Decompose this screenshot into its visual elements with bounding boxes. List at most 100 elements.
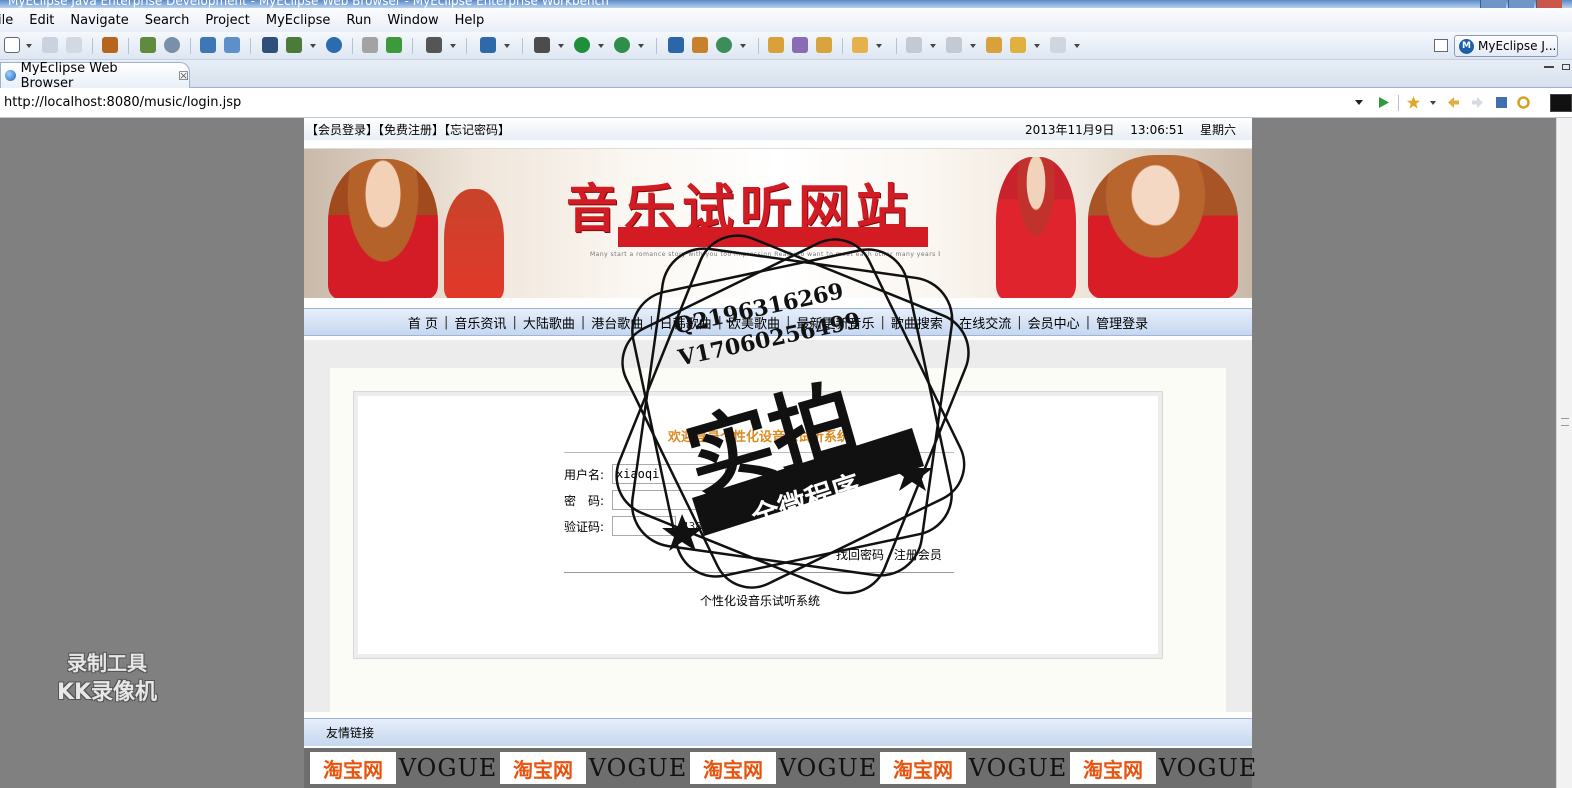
vogue-logo[interactable]: VOGUE xyxy=(589,752,687,784)
member-links[interactable]: 【会员登录】【免费注册】【忘记密码】 xyxy=(306,121,510,138)
open-perspective-icon[interactable] xyxy=(1434,39,1448,52)
new-dropdown-icon[interactable] xyxy=(26,44,32,48)
perspective-button[interactable]: M MyEclipse J... xyxy=(1454,35,1558,57)
url-dropdown-icon[interactable] xyxy=(1355,100,1363,105)
url-input[interactable] xyxy=(0,91,1368,113)
taobao-logo[interactable]: 淘宝网 xyxy=(310,752,396,784)
vogue-logo[interactable]: VOGUE xyxy=(1159,752,1257,784)
username-input[interactable] xyxy=(612,464,726,484)
prev-annotation-icon[interactable] xyxy=(946,37,962,53)
xml-icon[interactable] xyxy=(286,37,302,53)
run-icon[interactable] xyxy=(574,37,590,53)
favorites-icon[interactable] xyxy=(1406,95,1421,110)
nav-latest-music[interactable]: 最新更新音乐 xyxy=(790,313,880,332)
close-tab-icon[interactable]: ☒ xyxy=(178,69,189,83)
captcha-input[interactable] xyxy=(612,516,676,536)
menu-file[interactable]: ile xyxy=(0,13,21,28)
nav-jpkr-songs[interactable]: 日韩歌曲 xyxy=(654,313,718,332)
forward-dropdown-icon[interactable] xyxy=(1074,44,1080,48)
folder-dropdown-icon[interactable] xyxy=(876,44,882,48)
minimize-button[interactable] xyxy=(1480,0,1506,8)
maximize-button[interactable] xyxy=(1508,0,1534,8)
nav-hktw-songs[interactable]: 港台歌曲 xyxy=(585,313,649,332)
globe-icon[interactable] xyxy=(326,37,342,53)
next-annotation-icon[interactable] xyxy=(906,37,922,53)
menu-run[interactable]: Run xyxy=(338,13,379,28)
nav-online-chat[interactable]: 在线交流 xyxy=(953,313,1017,332)
taobao-logo[interactable]: 淘宝网 xyxy=(500,752,586,784)
new-web-dropdown-icon[interactable] xyxy=(504,44,510,48)
wizard-icon[interactable] xyxy=(200,37,216,53)
refresh-dropdown-icon[interactable] xyxy=(740,44,746,48)
browser-refresh-icon[interactable] xyxy=(1516,95,1531,110)
xml-dropdown-icon[interactable] xyxy=(310,44,316,48)
stop-icon[interactable] xyxy=(1494,95,1509,110)
run-dropdown-icon[interactable] xyxy=(598,44,604,48)
open-type-icon[interactable] xyxy=(768,37,784,53)
new-class-icon[interactable] xyxy=(668,37,684,53)
nav-western-songs[interactable]: 欧美歌曲 xyxy=(722,313,786,332)
menu-myeclipse[interactable]: MyEclipse xyxy=(258,13,339,28)
taobao-logo[interactable]: 淘宝网 xyxy=(690,752,776,784)
external-tools-dropdown-icon[interactable] xyxy=(638,44,644,48)
vogue-logo[interactable]: VOGUE xyxy=(779,752,877,784)
vertical-scrollbar[interactable] xyxy=(1556,118,1572,788)
menu-edit[interactable]: Edit xyxy=(21,13,62,28)
nav-mainland-songs[interactable]: 大陆歌曲 xyxy=(517,313,581,332)
next-annotation-dropdown-icon[interactable] xyxy=(930,44,936,48)
save-icon[interactable] xyxy=(42,37,58,53)
favorites-dropdown-icon[interactable] xyxy=(1430,101,1436,105)
nav-admin-login[interactable]: 管理登录 xyxy=(1090,313,1154,332)
add-icon[interactable] xyxy=(386,37,402,53)
back-icon[interactable] xyxy=(1010,37,1026,53)
folder-icon[interactable] xyxy=(852,37,868,53)
new-package-icon[interactable] xyxy=(692,37,708,53)
password-input[interactable] xyxy=(612,490,726,510)
scrollbar-grip[interactable] xyxy=(1561,418,1569,426)
register-link[interactable]: 注册会员 xyxy=(894,548,942,562)
camera-icon[interactable] xyxy=(426,37,442,53)
last-edit-icon[interactable] xyxy=(986,37,1002,53)
menu-project[interactable]: Project xyxy=(197,13,257,28)
tab-web-browser[interactable]: MyEclipse Web Browser ☒ xyxy=(0,61,190,91)
taobao-logo[interactable]: 淘宝网 xyxy=(880,752,966,784)
nav-song-search[interactable]: 歌曲搜索 xyxy=(885,313,949,332)
maximize-view-icon[interactable] xyxy=(1562,64,1570,70)
nav-home[interactable]: 首 页 xyxy=(402,313,444,332)
go-icon[interactable] xyxy=(1376,95,1391,110)
refresh-icon[interactable] xyxy=(716,37,732,53)
find-password-link[interactable]: 找回密码 xyxy=(836,548,884,562)
browser-forward-icon[interactable] xyxy=(1470,95,1485,110)
server-icon[interactable] xyxy=(164,37,180,53)
open-folder-icon[interactable] xyxy=(362,37,378,53)
menu-search[interactable]: Search xyxy=(137,13,198,28)
prev-annotation-dropdown-icon[interactable] xyxy=(970,44,976,48)
external-tools-icon[interactable] xyxy=(614,37,630,53)
vogue-logo[interactable]: VOGUE xyxy=(399,752,497,784)
forward-icon[interactable] xyxy=(1050,37,1066,53)
deploy-icon[interactable] xyxy=(140,37,156,53)
new-web-icon[interactable] xyxy=(480,37,496,53)
debug-dropdown-icon[interactable] xyxy=(558,44,564,48)
back-dropdown-icon[interactable] xyxy=(1034,44,1040,48)
vogue-logo[interactable]: VOGUE xyxy=(969,752,1067,784)
camera-dropdown-icon[interactable] xyxy=(450,44,456,48)
new-icon[interactable] xyxy=(4,37,20,53)
search-icon[interactable] xyxy=(816,37,832,53)
nav-member-center[interactable]: 会员中心 xyxy=(1022,313,1086,332)
browser-back-icon[interactable] xyxy=(1446,95,1461,110)
nav-music-news[interactable]: 音乐资讯 xyxy=(448,313,512,332)
package-icon[interactable] xyxy=(102,37,118,53)
print-icon[interactable] xyxy=(66,37,82,53)
db-icon[interactable] xyxy=(262,37,278,53)
menu-window[interactable]: Window xyxy=(379,13,446,28)
minimize-view-icon[interactable] xyxy=(1544,66,1554,68)
debug-icon[interactable] xyxy=(534,37,550,53)
captcha-code[interactable]: 4386 xyxy=(682,520,709,533)
open-task-icon[interactable] xyxy=(792,37,808,53)
menu-help[interactable]: Help xyxy=(447,13,493,28)
menu-navigate[interactable]: Navigate xyxy=(62,13,136,28)
wizard2-icon[interactable] xyxy=(224,37,240,53)
web-browser-console-icon[interactable] xyxy=(1550,94,1572,112)
close-window-button[interactable] xyxy=(1536,0,1562,8)
